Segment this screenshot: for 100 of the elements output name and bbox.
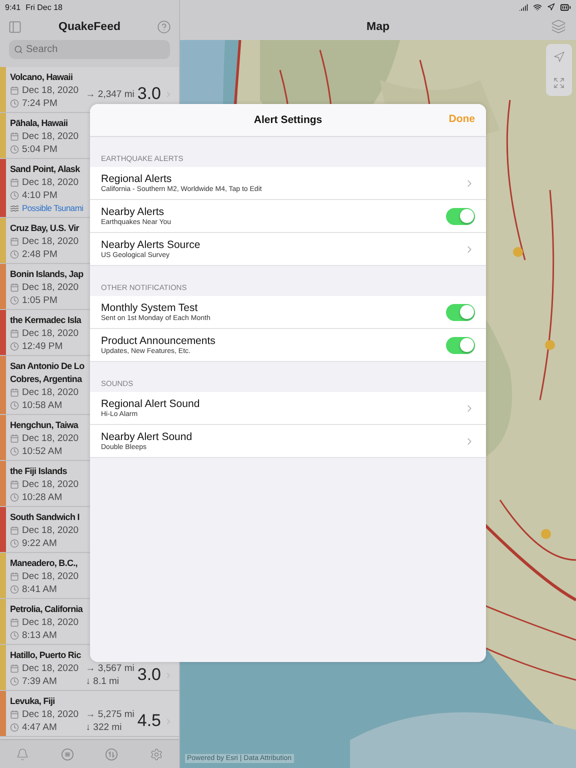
calendar-icon (10, 618, 19, 627)
signal-icon (519, 2, 528, 12)
quake-place: the Kermadec Isla (10, 314, 82, 327)
quake-time: 4:10 PM (22, 189, 58, 202)
quake-date: Dec 18, 2020 (22, 84, 79, 97)
quake-time: 7:39 AM (22, 675, 57, 688)
setting-title: Regional Alerts (101, 173, 173, 185)
quake-magnitude: 3.0 (137, 84, 161, 104)
quake-date: Dec 18, 2020 (22, 662, 79, 675)
toggle-switch[interactable] (446, 336, 475, 354)
quake-time: 10:58 AM (22, 399, 62, 412)
location-icon (547, 3, 555, 11)
bell-icon[interactable] (16, 748, 29, 760)
calendar-icon (10, 480, 19, 489)
quake-place: Levuka, Fiji (10, 695, 55, 708)
quake-place: Bonin Islands, Jap (10, 268, 84, 281)
quake-place: Volcano, Hawaii (10, 71, 73, 84)
map-title: Map (366, 21, 390, 33)
quake-date: Dec 18, 2020 (22, 478, 79, 491)
settings-icon[interactable] (150, 748, 164, 760)
clock-icon (10, 342, 19, 351)
quake-time: 10:28 AM (22, 491, 62, 504)
search-icon (14, 45, 23, 54)
chevron-icon (164, 716, 173, 726)
list-circle-icon[interactable] (60, 748, 74, 760)
quake-date: Dec 18, 2020 (22, 235, 79, 248)
calendar-icon (10, 526, 19, 535)
clock-icon (10, 401, 19, 410)
quake-date: Dec 18, 2020 (22, 570, 79, 583)
clock-icon (10, 191, 19, 200)
clock-icon (10, 145, 19, 154)
calendar-icon (10, 664, 19, 673)
wave-icon (10, 204, 19, 213)
quake-date: Dec 18, 2020 (22, 708, 79, 721)
quake-date: Dec 18, 2020 (22, 281, 79, 294)
clock-icon (10, 493, 19, 502)
quake-date: Dec 18, 2020 (22, 432, 79, 445)
quake-place: Sand Point, Alask (10, 163, 80, 176)
quake-time: 12:49 PM (22, 340, 63, 353)
help-icon[interactable] (157, 20, 171, 34)
quake-time: 7:24 PM (22, 97, 58, 110)
clock-icon (10, 250, 19, 259)
status-time: 9:41 (5, 2, 21, 12)
clock-icon (10, 539, 19, 548)
calendar-icon (10, 434, 19, 443)
layers-icon (551, 19, 566, 34)
status-date: Fri Dec 18 (26, 2, 62, 12)
quake-date: Dec 18, 2020 (22, 130, 79, 143)
calendar-icon (10, 86, 19, 95)
calendar-icon (10, 132, 19, 141)
setting-title: Nearby Alerts (101, 206, 166, 218)
quake-depth: ↓ 322 mi (86, 721, 122, 734)
quake-time: 1:05 PM (22, 294, 58, 307)
clock-icon (10, 723, 19, 732)
quake-date: Dec 18, 2020 (22, 616, 79, 629)
quake-place: Hatillo, Puerto Ric (10, 649, 81, 662)
quake-place: Cruz Bay, U.S. Vir (10, 222, 79, 235)
quake-time: 8:41 AM (22, 583, 57, 596)
sidebar-toggle-icon[interactable] (8, 20, 22, 34)
quake-distance: → 3,567 mi (86, 662, 134, 675)
quake-distance: → 2,347 mi (86, 88, 134, 100)
calendar-icon (10, 388, 19, 397)
quake-time: 10:52 AM (22, 445, 62, 458)
quake-place: San Antonio De Lo Cobres, Argentina (10, 360, 86, 386)
quake-place: Maneadero, B.C., (10, 557, 78, 570)
app-title: QuakeFeed (58, 21, 120, 33)
calendar-icon (10, 178, 19, 187)
quake-time: 9:22 AM (22, 537, 57, 550)
location-arrow-icon (553, 51, 565, 63)
quake-time: 8:13 AM (22, 629, 57, 642)
quake-date: Dec 18, 2020 (22, 524, 79, 537)
quake-time: 2:48 PM (22, 248, 58, 261)
calendar-icon (10, 572, 19, 581)
clock-icon (10, 99, 19, 108)
quake-distance: → 5,275 mi (86, 708, 134, 721)
chevron-icon (164, 670, 173, 680)
quake-magnitude: 4.5 (137, 711, 161, 731)
clock-icon (10, 585, 19, 594)
clock-icon (10, 631, 19, 640)
toggle-switch[interactable] (446, 208, 475, 224)
arrows-circle-icon[interactable] (105, 748, 118, 760)
quake-place: Hengchun, Taiwa (10, 419, 78, 432)
quake-place: South Sandwich I (10, 511, 80, 524)
quake-date: Dec 18, 2020 (22, 386, 79, 399)
calendar-icon (10, 283, 19, 292)
battery-icon (560, 2, 571, 12)
calendar-icon (10, 710, 19, 719)
sheet-title: Alert Settings (254, 114, 322, 126)
chevron-icon (164, 90, 173, 98)
quake-magnitude: 3.0 (137, 665, 161, 685)
quake-time: 4:47 AM (22, 721, 57, 734)
search-field[interactable]: Search (9, 40, 170, 59)
toggle-switch[interactable] (446, 304, 475, 320)
quake-date: Dec 18, 2020 (22, 176, 79, 189)
layers-button[interactable] (551, 19, 566, 34)
calendar-icon (10, 329, 19, 338)
clock-icon (10, 296, 19, 305)
quake-depth: ↓ 8.1 mi (86, 675, 120, 688)
quake-date: Dec 18, 2020 (22, 327, 79, 340)
quake-place: Pāhala, Hawaii (10, 117, 68, 130)
